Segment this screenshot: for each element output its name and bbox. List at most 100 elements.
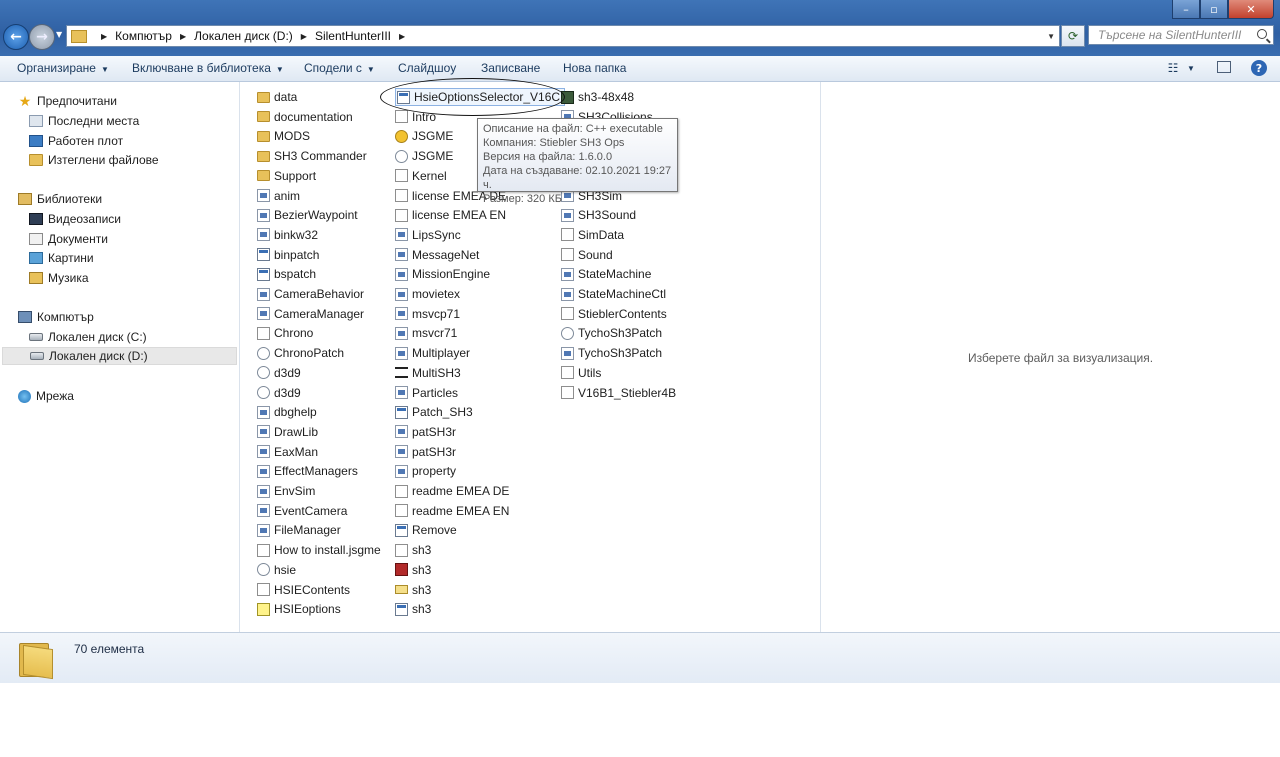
address-bar[interactable]: ▶ Компютър ▶ Локален диск (D:) ▶ SilentHun… [66,25,1060,47]
file-item[interactable]: EnvSim [257,482,315,500]
file-item[interactable]: CameraBehavior [257,285,364,303]
file-item[interactable]: hsie [257,561,296,579]
nav-downloads[interactable]: Изтеглени файлове [29,151,159,169]
file-item[interactable]: readme EMEA EN [395,502,509,520]
nav-libraries[interactable]: Библиотеки [18,190,102,208]
file-item[interactable]: StieblerContents [561,305,667,323]
file-item[interactable]: bspatch [257,265,316,283]
file-item[interactable]: Multiplayer [395,344,470,362]
maximize-button[interactable]: ▫ [1200,0,1228,19]
file-item[interactable]: sh3 [395,581,431,599]
file-item[interactable]: MissionEngine [395,265,490,283]
file-item[interactable]: CameraManager [257,305,364,323]
new-folder-button[interactable]: Нова папка [563,61,626,75]
chevron-right-icon[interactable]: ▶ [399,32,405,41]
file-item[interactable]: How to install.jsgme [257,541,381,559]
chevron-right-icon[interactable]: ▶ [101,32,107,41]
minimize-button[interactable]: – [1172,0,1200,19]
breadcrumb-drive-d[interactable]: Локален диск (D:) ▶ [194,29,315,43]
search-input[interactable]: Търсене на SilentHunterIII [1088,25,1274,45]
nav-favorites[interactable]: ★ Предпочитани [18,92,117,110]
file-item[interactable]: documentation [257,108,353,126]
file-item[interactable]: data [257,88,297,106]
file-item[interactable]: MultiSH3 [395,364,461,382]
file-item[interactable]: LipsSync [395,226,461,244]
file-item[interactable]: property [395,462,456,480]
file-item[interactable]: SimData [561,226,624,244]
share-with-menu[interactable]: Сподели с ▼ [304,61,375,75]
file-item[interactable]: Chrono [257,324,313,342]
file-item[interactable]: Utils [561,364,601,382]
chevron-down-icon[interactable]: ▼ [1047,32,1055,41]
close-button[interactable]: ✕ [1228,0,1274,19]
nav-computer[interactable]: Компютър [18,308,94,326]
preview-pane-icon[interactable] [1217,61,1231,73]
burn-button[interactable]: Записване [481,61,540,75]
search-icon[interactable] [1257,29,1267,39]
file-item[interactable]: Kernel [395,167,447,185]
chevron-down-icon[interactable]: ▼ [1187,59,1195,77]
file-item[interactable]: sh3 [395,541,431,559]
file-item[interactable]: DrawLib [257,423,318,441]
back-button[interactable]: ← [3,24,29,50]
file-item[interactable]: Patch_SH3 [395,403,473,421]
file-item[interactable]: sh3-48x48 [561,88,634,106]
nav-recent-places[interactable]: Последни места [29,112,139,130]
file-item[interactable]: SH3Sound [561,206,636,224]
file-item[interactable]: JSGME [395,127,453,145]
nav-pictures[interactable]: Картини [29,249,94,267]
file-item[interactable]: StateMachineCtl [561,285,666,303]
file-item[interactable]: HSIEContents [257,581,350,599]
file-item[interactable]: d3d9 [257,364,301,382]
file-item[interactable]: movietex [395,285,460,303]
recent-pages-dropdown[interactable]: ▼ [56,30,62,39]
slideshow-button[interactable]: Слайдшоу [398,61,456,75]
file-item[interactable]: EventCamera [257,502,347,520]
file-item[interactable]: anim [257,187,300,205]
file-item[interactable]: SH3 Commander [257,147,367,165]
file-item[interactable]: Remove [395,521,457,539]
file-item[interactable]: V16B1_Stiebler4B [561,384,676,402]
file-item[interactable]: BezierWaypoint [257,206,358,224]
file-item[interactable]: MessageNet [395,246,479,264]
chevron-right-icon[interactable]: ▶ [301,32,307,41]
breadcrumb-computer[interactable]: Компютър ▶ [115,29,194,43]
breadcrumb-silenthunter[interactable]: SilentHunterIII ▶ [315,29,413,43]
nav-drive-c[interactable]: Локален диск (C:) [29,328,147,346]
include-in-library-menu[interactable]: Включване в библиотека ▼ [132,61,284,75]
file-item[interactable]: binpatch [257,246,319,264]
file-item[interactable]: FileManager [257,521,341,539]
views-icon[interactable]: ☷ [1165,59,1181,77]
file-item[interactable]: d3d9 [257,384,301,402]
file-item[interactable]: binkw32 [257,226,318,244]
organize-menu[interactable]: Организиране ▼ [17,61,109,75]
file-item[interactable]: StateMachine [561,265,651,283]
chevron-right-icon[interactable]: ▶ [180,32,186,41]
file-item[interactable]: TychoSh3Patch [561,324,662,342]
file-item[interactable]: TychoSh3Patch [561,344,662,362]
nav-music[interactable]: Музика [29,269,89,287]
file-item[interactable]: sh3 [395,561,431,579]
file-item[interactable]: JSGME [395,147,453,165]
file-item[interactable]: license EMEA EN [395,206,506,224]
nav-drive-d[interactable]: Локален диск (D:) [2,347,237,365]
forward-button[interactable]: → [29,24,55,50]
file-item[interactable]: EaxMan [257,443,318,461]
file-item[interactable]: Particles [395,384,458,402]
file-item[interactable]: Support [257,167,316,185]
file-item[interactable]: MODS [257,127,310,145]
help-icon[interactable]: ? [1251,60,1267,76]
file-item[interactable]: Sound [561,246,613,264]
nav-documents[interactable]: Документи [29,230,108,248]
file-item[interactable]: msvcr71 [395,324,457,342]
file-item[interactable]: patSH3r [395,423,456,441]
file-item[interactable]: EffectManagers [257,462,358,480]
file-item[interactable]: readme EMEA DE [395,482,509,500]
nav-desktop[interactable]: Работен плот [29,132,123,150]
file-item[interactable]: dbghelp [257,403,317,421]
file-item[interactable]: msvcp71 [395,305,460,323]
refresh-button[interactable]: ⟳ [1061,25,1085,47]
file-item[interactable]: ChronoPatch [257,344,344,362]
file-item[interactable]: HSIEoptions [257,600,341,618]
nav-network[interactable]: Мрежа [18,387,74,405]
